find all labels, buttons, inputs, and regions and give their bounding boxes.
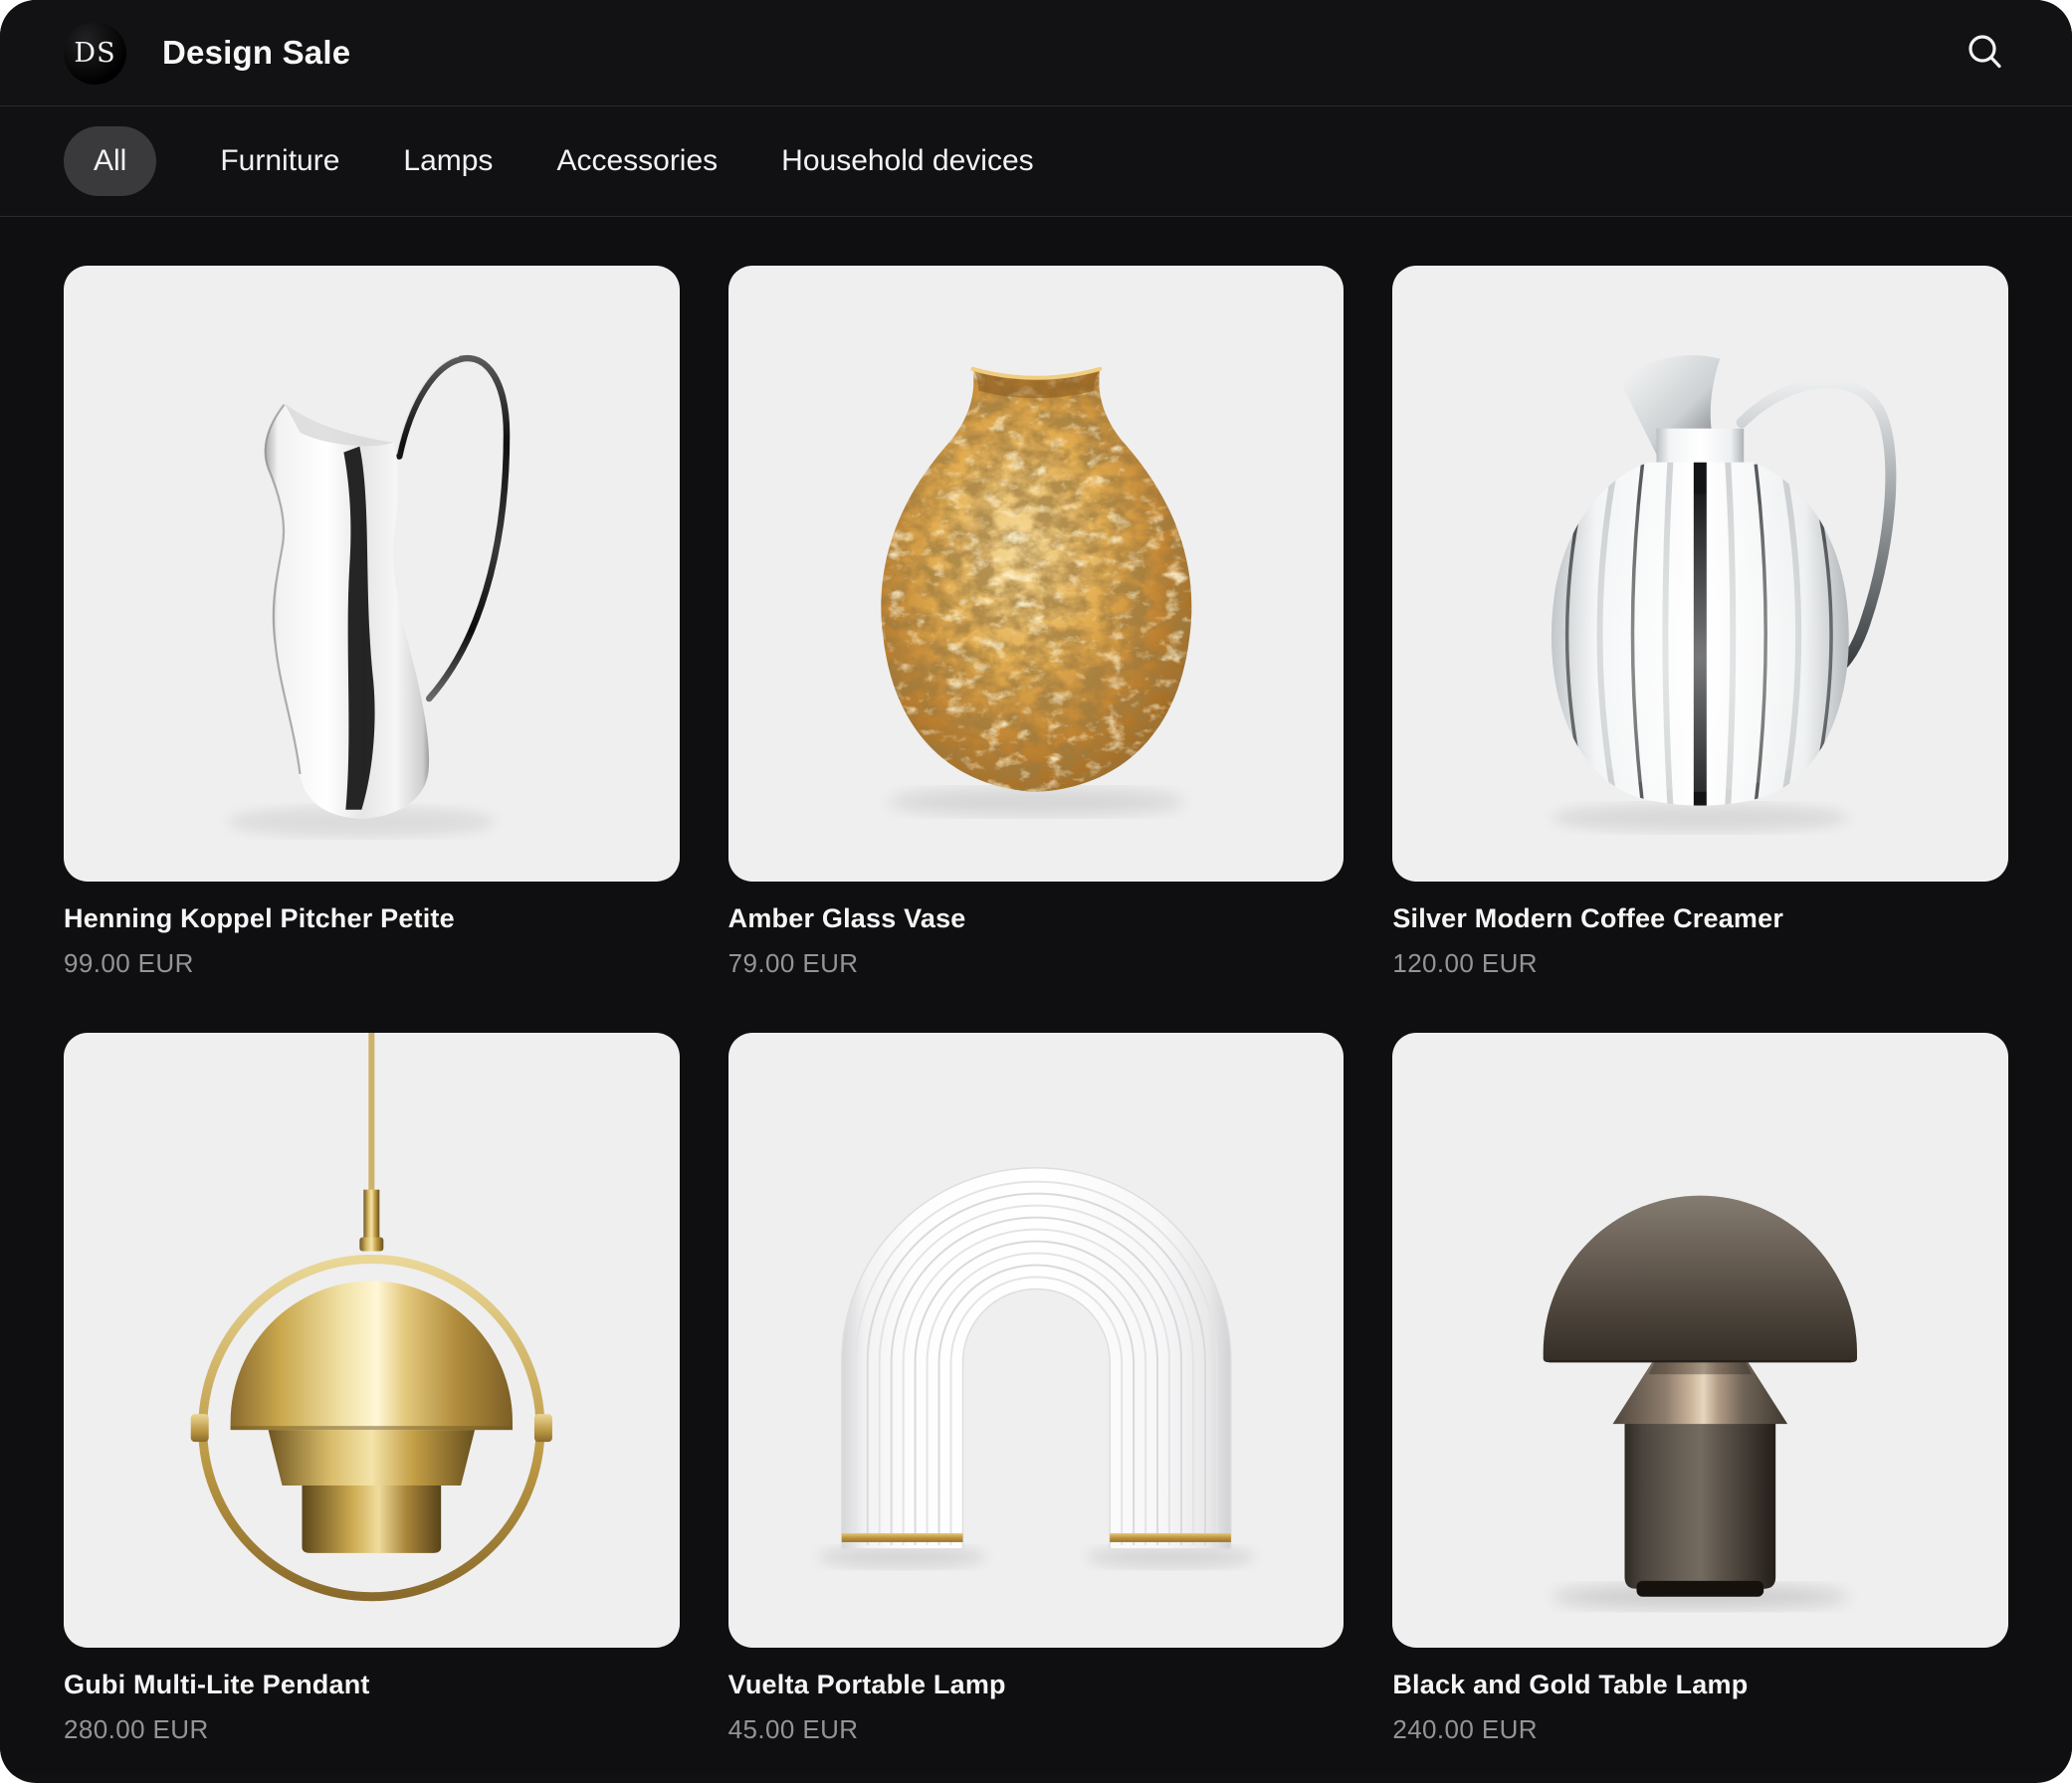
product-thumbnail [1392,1033,2008,1649]
product-price: 45.00 EUR [728,1713,1345,1745]
tab-lamps[interactable]: Lamps [403,126,493,196]
tab-household-devices[interactable]: Household devices [781,126,1034,196]
product-title: Gubi Multi-Lite Pendant [64,1668,680,1701]
tab-furniture[interactable]: Furniture [220,126,339,196]
product-card[interactable]: Silver Modern Coffee Creamer 120.00 EUR [1392,266,2008,979]
product-card[interactable]: Amber Glass Vase 79.00 EUR [728,266,1345,979]
product-price: 99.00 EUR [64,947,680,979]
product-title: Silver Modern Coffee Creamer [1392,901,2008,935]
app-logo: DS [64,22,126,85]
search-icon [1966,33,2005,73]
app-header: DS Design Sale [0,0,2072,106]
product-thumbnail [64,266,680,882]
product-card[interactable]: Black and Gold Table Lamp 240.00 EUR [1392,1033,2008,1746]
design-sale-app: DS Design Sale All Furniture Lamps Acces… [0,0,2072,1783]
tab-accessories[interactable]: Accessories [556,126,718,196]
product-thumbnail [1392,266,2008,882]
category-tabs: All Furniture Lamps Accessories Househol… [0,106,2072,217]
product-thumbnail [64,1033,680,1649]
page-title: Design Sale [162,34,350,72]
search-button[interactable] [1963,30,2008,76]
product-card[interactable]: Henning Koppel Pitcher Petite 99.00 EUR [64,266,680,979]
bronze-mushroom-table-lamp-illustration [1392,1033,2008,1649]
product-title: Black and Gold Table Lamp [1392,1668,2008,1701]
product-price: 79.00 EUR [728,947,1345,979]
product-price: 240.00 EUR [1392,1713,2008,1745]
product-thumbnail [728,1033,1345,1649]
amber-glass-vase-illustration [728,266,1345,882]
product-title: Henning Koppel Pitcher Petite [64,901,680,935]
silver-coffee-creamer-illustration [1392,266,2008,882]
product-title: Amber Glass Vase [728,901,1345,935]
white-ribbed-arch-lamp-illustration [728,1033,1345,1649]
product-price: 120.00 EUR [1392,947,2008,979]
brass-pendant-lamp-illustration [64,1033,680,1649]
silver-pitcher-illustration [64,266,680,882]
product-grid: Henning Koppel Pitcher Petite 99.00 EUR [0,217,2072,1775]
product-title: Vuelta Portable Lamp [728,1668,1345,1701]
product-card[interactable]: Gubi Multi-Lite Pendant 280.00 EUR [64,1033,680,1746]
product-card[interactable]: Vuelta Portable Lamp 45.00 EUR [728,1033,1345,1746]
product-thumbnail [728,266,1345,882]
tab-all[interactable]: All [64,126,156,196]
app-logo-text: DS [74,38,115,69]
product-price: 280.00 EUR [64,1713,680,1745]
